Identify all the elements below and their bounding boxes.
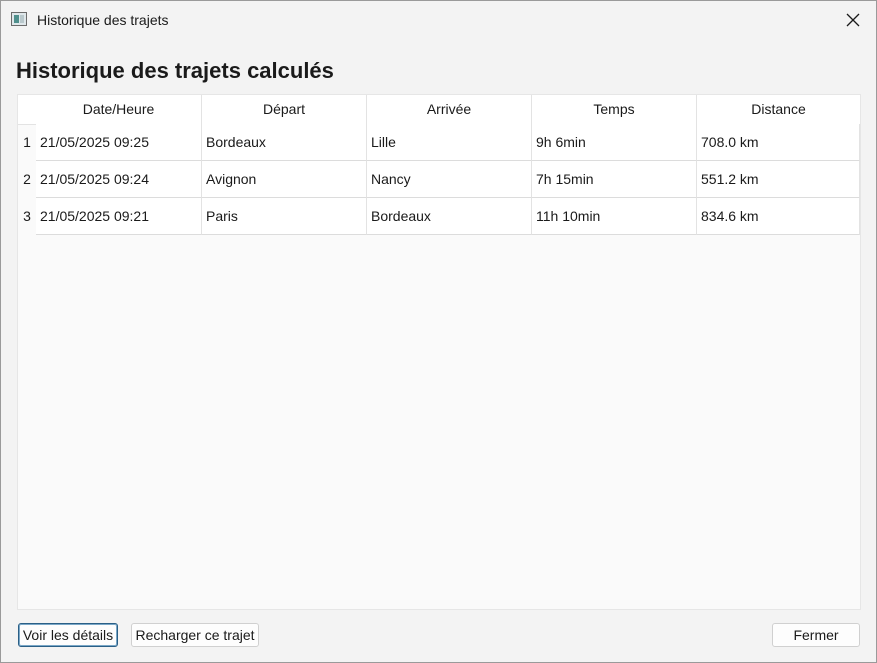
cell-depart[interactable]: Bordeaux <box>202 124 367 161</box>
cell-date[interactable]: 21/05/2025 09:25 <box>36 124 202 161</box>
row-number: 1 <box>23 134 31 150</box>
dialog-window: Historique des trajets Historique des tr… <box>0 0 877 663</box>
cell-temps[interactable]: 7h 15min <box>532 161 697 198</box>
column-header-arrivee[interactable]: Arrivée <box>367 95 532 124</box>
cell-depart[interactable]: Paris <box>202 198 367 235</box>
row-number: 2 <box>23 171 31 187</box>
title-bar: Historique des trajets <box>1 1 876 39</box>
close-button[interactable]: Fermer <box>772 623 860 647</box>
column-header-depart[interactable]: Départ <box>202 95 367 124</box>
table-row[interactable]: 2 21/05/2025 09:24 Avignon Nancy 7h 15mi… <box>18 161 860 198</box>
table-row[interactable]: 1 21/05/2025 09:25 Bordeaux Lille 9h 6mi… <box>18 124 860 161</box>
cell-distance[interactable]: 551.2 km <box>697 161 860 198</box>
column-header-distance[interactable]: Distance <box>697 95 860 124</box>
cell-temps[interactable]: 11h 10min <box>532 198 697 235</box>
close-window-button[interactable] <box>830 1 876 39</box>
table-row[interactable]: 3 21/05/2025 09:21 Paris Bordeaux 11h 10… <box>18 198 860 235</box>
table-header: Date/Heure Départ Arrivée Temps Distance <box>18 95 860 125</box>
close-icon <box>846 13 860 27</box>
cell-date[interactable]: 21/05/2025 09:24 <box>36 161 202 198</box>
cell-temps[interactable]: 9h 6min <box>532 124 697 161</box>
column-header-temps[interactable]: Temps <box>532 95 697 124</box>
app-icon <box>11 12 27 26</box>
column-header-date[interactable]: Date/Heure <box>36 95 202 124</box>
history-table[interactable]: Date/Heure Départ Arrivée Temps Distance… <box>17 94 861 610</box>
row-number: 3 <box>23 208 31 224</box>
cell-arrivee[interactable]: Lille <box>367 124 532 161</box>
cell-arrivee[interactable]: Nancy <box>367 161 532 198</box>
cell-distance[interactable]: 834.6 km <box>697 198 860 235</box>
view-details-button[interactable]: Voir les détails <box>18 623 118 647</box>
cell-distance[interactable]: 708.0 km <box>697 124 860 161</box>
page-title: Historique des trajets calculés <box>16 58 334 83</box>
cell-depart[interactable]: Avignon <box>202 161 367 198</box>
cell-date[interactable]: 21/05/2025 09:21 <box>36 198 202 235</box>
window-title: Historique des trajets <box>37 12 169 28</box>
cell-arrivee[interactable]: Bordeaux <box>367 198 532 235</box>
reload-trip-button[interactable]: Recharger ce trajet <box>131 623 259 647</box>
